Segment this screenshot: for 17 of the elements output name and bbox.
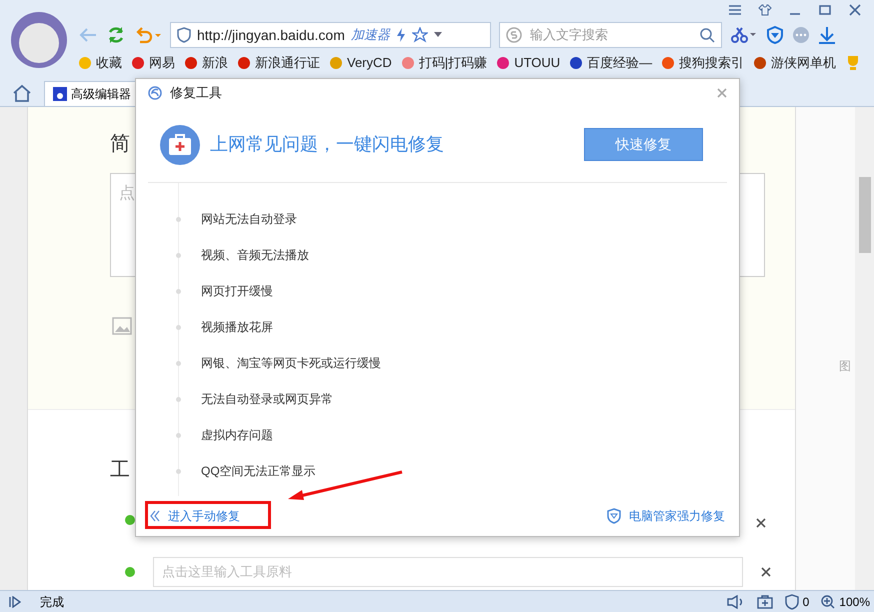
- tab-title: 高级编辑器: [71, 86, 131, 103]
- address-text: http://jingyan.baidu.com: [197, 26, 345, 45]
- issue-item: QQ空间无法正常显示: [201, 463, 316, 480]
- search-placeholder: 输入文字搜索: [530, 26, 609, 44]
- issue-item: 无法自动登录或网页异常: [201, 391, 333, 408]
- issue-item: 网站无法自动登录: [201, 211, 297, 228]
- status-text: 完成: [40, 594, 65, 610]
- section-heading: 工: [110, 458, 130, 483]
- issue-item: 虚拟内存问题: [201, 427, 273, 444]
- issue-item: 视频、音频无法播放: [201, 247, 309, 264]
- issue-item: 视频播放花屏: [201, 319, 273, 336]
- issue-item: 网页打开缓慢: [201, 283, 273, 300]
- issue-item: 网银、淘宝等网页卡死或运行缓慢: [201, 355, 381, 372]
- headline: 上网常见问题，一键闪电修复: [210, 133, 445, 156]
- section-heading: 简: [110, 132, 130, 157]
- ad-count: 0: [802, 594, 810, 610]
- side-label: 图: [839, 358, 851, 375]
